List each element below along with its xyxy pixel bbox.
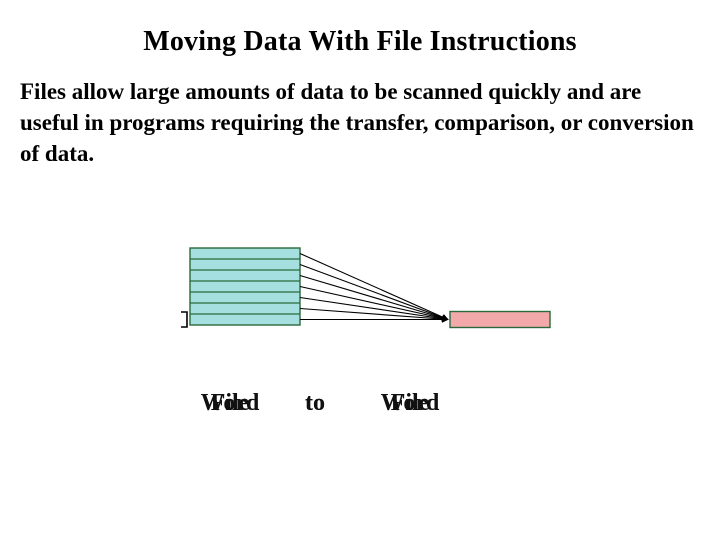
- caption-1-word: Word: [190, 390, 270, 417]
- diagram-svg: [180, 238, 560, 348]
- page-title: Moving Data With File Instructions: [18, 26, 702, 58]
- caption-row: File Word to to File Word: [190, 390, 470, 430]
- caption-3-word: Word: [365, 390, 455, 417]
- file-to-word-diagram: [180, 238, 560, 348]
- caption-2-to-b: to: [285, 390, 345, 417]
- intro-paragraph: Files allow large amounts of data to be …: [20, 76, 700, 169]
